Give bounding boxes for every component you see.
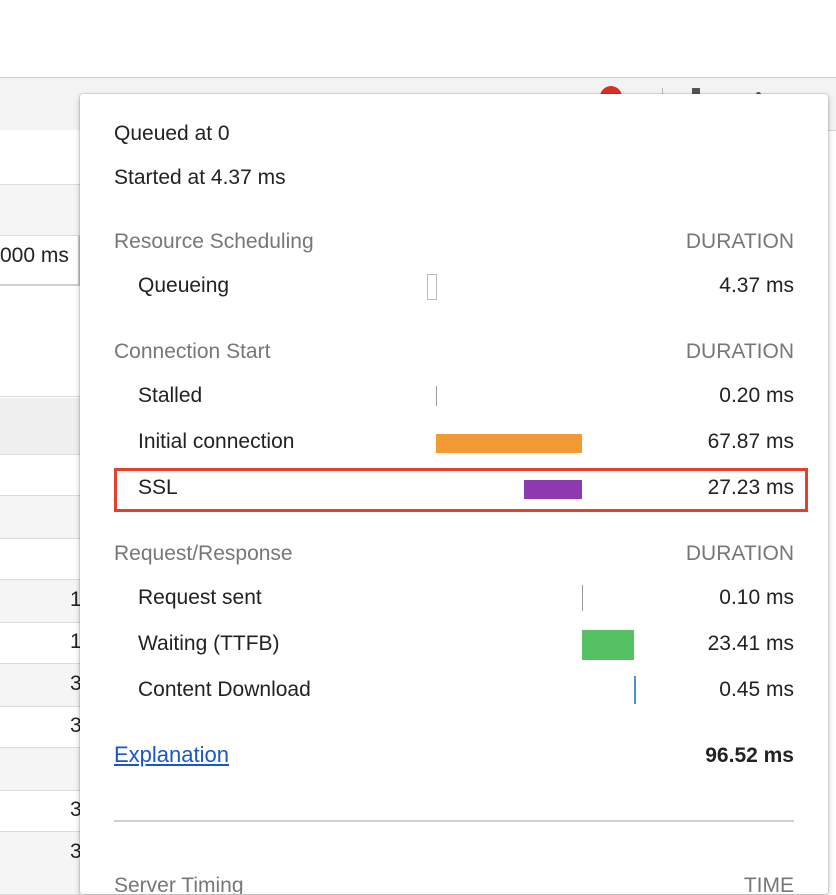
table-row bbox=[0, 185, 80, 236]
queued-at-text: Queued at 0 bbox=[114, 122, 230, 145]
timing-popover: Queued at 0 Started at 4.37 ms Resource … bbox=[80, 94, 828, 894]
queueing-bar bbox=[427, 274, 437, 300]
initial-connection-bar bbox=[436, 434, 582, 453]
initial-connection-value: 67.87 ms bbox=[707, 430, 794, 453]
duration-header-text: 000 ms bbox=[0, 244, 69, 267]
ssl-highlight-box bbox=[114, 468, 808, 512]
table-row bbox=[0, 707, 80, 748]
table-row bbox=[0, 748, 80, 791]
duration-column-label: DURATION bbox=[685, 230, 794, 253]
table-row bbox=[0, 496, 80, 539]
table-row bbox=[0, 130, 80, 185]
content-download-value: 0.45 ms bbox=[719, 678, 794, 701]
queueing-label: Queueing bbox=[138, 274, 230, 297]
request-sent-bar bbox=[582, 585, 583, 611]
duration-column-label: DURATION bbox=[685, 542, 794, 565]
stalled-label: Stalled bbox=[138, 384, 203, 407]
content-download-label: Content Download bbox=[138, 678, 311, 701]
table-row bbox=[0, 539, 80, 580]
stalled-value: 0.20 ms bbox=[719, 384, 794, 407]
top-bar bbox=[0, 0, 836, 78]
started-at-text: Started at 4.37 ms bbox=[114, 166, 286, 189]
total-duration: 96.52 ms bbox=[705, 744, 794, 767]
table-row bbox=[0, 580, 80, 623]
initial-connection-label: Initial connection bbox=[138, 430, 295, 453]
table-row bbox=[0, 664, 80, 707]
waterfall-overview bbox=[0, 286, 82, 397]
ssl-bar bbox=[524, 480, 582, 499]
duration-column-label: DURATION bbox=[685, 340, 794, 363]
table-row bbox=[0, 791, 80, 832]
section-title-server-timing: Server Timing bbox=[114, 874, 244, 894]
ssl-label: SSL bbox=[138, 476, 178, 499]
explanation-link[interactable]: Explanation bbox=[114, 742, 229, 768]
table-row bbox=[0, 832, 80, 895]
content-download-bar bbox=[634, 676, 636, 704]
stalled-bar bbox=[436, 386, 437, 406]
time-column-label: TIME bbox=[743, 874, 794, 894]
section-title-connection-start: Connection Start bbox=[114, 340, 271, 363]
table-header-row bbox=[0, 398, 80, 455]
section-divider bbox=[114, 820, 794, 822]
section-title-request-response: Request/Response bbox=[114, 542, 293, 565]
request-sent-value: 0.10 ms bbox=[719, 586, 794, 609]
ssl-value: 27.23 ms bbox=[707, 476, 794, 499]
table-row bbox=[0, 455, 80, 496]
queueing-value: 4.37 ms bbox=[719, 274, 794, 297]
waiting-ttfb-bar bbox=[582, 630, 634, 660]
waiting-ttfb-label: Waiting (TTFB) bbox=[138, 632, 280, 655]
request-sent-label: Request sent bbox=[138, 586, 262, 609]
section-title-resource-scheduling: Resource Scheduling bbox=[114, 230, 314, 253]
table-row bbox=[0, 623, 80, 664]
waiting-ttfb-value: 23.41 ms bbox=[707, 632, 794, 655]
